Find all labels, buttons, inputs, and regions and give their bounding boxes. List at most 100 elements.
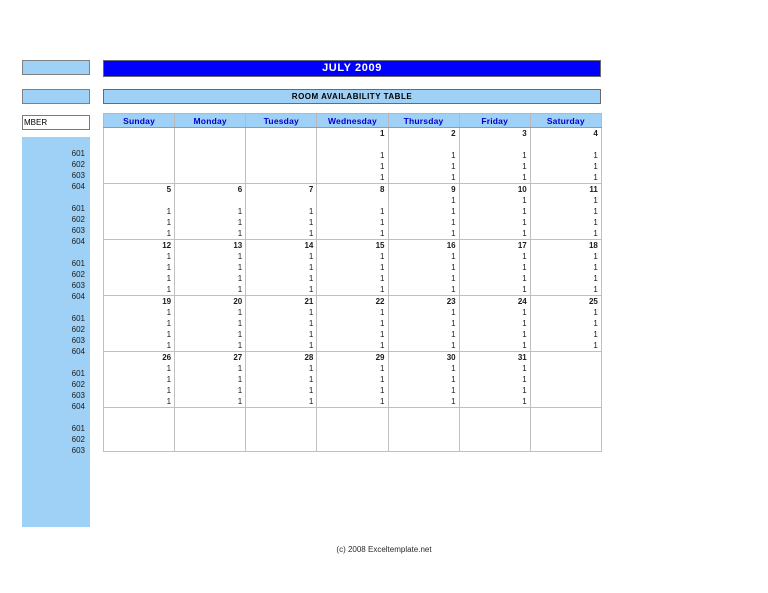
- availability-cell-available[interactable]: 1: [530, 273, 601, 284]
- availability-cell-blank[interactable]: [388, 430, 459, 441]
- availability-cell-available[interactable]: 1: [175, 374, 246, 385]
- availability-cell-available[interactable]: 1: [459, 262, 530, 273]
- availability-cell-available[interactable]: 1: [388, 273, 459, 284]
- availability-cell-available[interactable]: 1: [459, 217, 530, 228]
- availability-cell-available[interactable]: 1: [246, 374, 317, 385]
- availability-cell-available[interactable]: 1: [246, 217, 317, 228]
- availability-cell-available[interactable]: 1: [388, 329, 459, 340]
- availability-cell-available[interactable]: 1: [317, 228, 388, 240]
- availability-cell-available[interactable]: 1: [530, 284, 601, 296]
- availability-cell-available[interactable]: 1: [459, 307, 530, 318]
- availability-cell-available[interactable]: 1: [459, 206, 530, 217]
- availability-cell-available[interactable]: 1: [175, 363, 246, 374]
- availability-cell-available[interactable]: 1: [104, 363, 175, 374]
- availability-cell-available[interactable]: 1: [317, 363, 388, 374]
- availability-cell-blank[interactable]: [175, 150, 246, 161]
- availability-cell-blank[interactable]: [246, 139, 317, 150]
- availability-cell-available[interactable]: 1: [388, 363, 459, 374]
- availability-cell-occupied[interactable]: [246, 195, 317, 206]
- availability-cell-available[interactable]: 1: [246, 284, 317, 296]
- availability-cell-available[interactable]: 1: [317, 307, 388, 318]
- availability-cell-blank[interactable]: [104, 172, 175, 184]
- availability-cell-available[interactable]: 1: [530, 251, 601, 262]
- availability-cell-available[interactable]: 1: [104, 307, 175, 318]
- availability-cell-blank[interactable]: [104, 139, 175, 150]
- availability-cell-available[interactable]: 1: [175, 340, 246, 352]
- availability-cell-available[interactable]: 1: [104, 206, 175, 217]
- availability-cell-available[interactable]: 1: [317, 329, 388, 340]
- availability-cell-available[interactable]: 1: [388, 150, 459, 161]
- availability-cell-available[interactable]: 1: [388, 385, 459, 396]
- availability-cell-occupied[interactable]: [459, 139, 530, 150]
- availability-cell-available[interactable]: 1: [459, 318, 530, 329]
- availability-cell-available[interactable]: 1: [175, 385, 246, 396]
- availability-cell-available[interactable]: 1: [388, 172, 459, 184]
- availability-cell-available[interactable]: 1: [104, 251, 175, 262]
- availability-cell-available[interactable]: 1: [246, 396, 317, 408]
- availability-cell-available[interactable]: 1: [388, 340, 459, 352]
- availability-cell-available[interactable]: 1: [459, 363, 530, 374]
- availability-cell-available[interactable]: 1: [246, 340, 317, 352]
- availability-cell-blank[interactable]: [175, 419, 246, 430]
- availability-cell-available[interactable]: 1: [388, 396, 459, 408]
- availability-cell-available[interactable]: 1: [459, 172, 530, 184]
- availability-cell-available[interactable]: 1: [104, 396, 175, 408]
- availability-cell-available[interactable]: 1: [459, 273, 530, 284]
- availability-cell-blank[interactable]: [530, 396, 601, 408]
- availability-cell-blank[interactable]: [246, 419, 317, 430]
- availability-cell-blank[interactable]: [104, 419, 175, 430]
- availability-cell-blank[interactable]: [459, 441, 530, 452]
- availability-cell-available[interactable]: 1: [317, 161, 388, 172]
- availability-cell-available[interactable]: 1: [388, 318, 459, 329]
- availability-cell-available[interactable]: 1: [459, 251, 530, 262]
- availability-cell-blank[interactable]: [388, 419, 459, 430]
- availability-cell-blank[interactable]: [175, 441, 246, 452]
- availability-cell-blank[interactable]: [459, 430, 530, 441]
- availability-cell-available[interactable]: 1: [317, 340, 388, 352]
- availability-cell-available[interactable]: 1: [104, 217, 175, 228]
- availability-cell-available[interactable]: 1: [317, 217, 388, 228]
- availability-cell-blank[interactable]: [530, 385, 601, 396]
- availability-cell-available[interactable]: 1: [459, 396, 530, 408]
- availability-cell-available[interactable]: 1: [104, 273, 175, 284]
- availability-cell-occupied[interactable]: [317, 195, 388, 206]
- availability-cell-available[interactable]: 1: [175, 396, 246, 408]
- availability-cell-available[interactable]: 1: [459, 284, 530, 296]
- availability-cell-available[interactable]: 1: [459, 340, 530, 352]
- availability-cell-blank[interactable]: [175, 430, 246, 441]
- availability-cell-available[interactable]: 1: [530, 217, 601, 228]
- availability-cell-available[interactable]: 1: [104, 318, 175, 329]
- availability-cell-available[interactable]: 1: [104, 329, 175, 340]
- availability-cell-available[interactable]: 1: [317, 273, 388, 284]
- availability-cell-available[interactable]: 1: [104, 340, 175, 352]
- availability-cell-available[interactable]: 1: [530, 195, 601, 206]
- availability-cell-available[interactable]: 1: [175, 262, 246, 273]
- availability-cell-available[interactable]: 1: [388, 284, 459, 296]
- availability-cell-available[interactable]: 1: [175, 307, 246, 318]
- availability-cell-blank[interactable]: [104, 441, 175, 452]
- availability-cell-available[interactable]: 1: [246, 262, 317, 273]
- availability-cell-available[interactable]: 1: [246, 385, 317, 396]
- availability-cell-available[interactable]: 1: [175, 329, 246, 340]
- availability-cell-available[interactable]: 1: [317, 206, 388, 217]
- availability-cell-blank[interactable]: [104, 161, 175, 172]
- availability-cell-available[interactable]: 1: [530, 172, 601, 184]
- availability-cell-blank[interactable]: [530, 441, 601, 452]
- availability-cell-blank[interactable]: [388, 441, 459, 452]
- availability-cell-available[interactable]: 1: [246, 273, 317, 284]
- availability-cell-available[interactable]: 1: [175, 251, 246, 262]
- availability-cell-available[interactable]: 1: [246, 307, 317, 318]
- availability-cell-available[interactable]: 1: [459, 228, 530, 240]
- availability-cell-available[interactable]: 1: [317, 385, 388, 396]
- availability-cell-blank[interactable]: [104, 430, 175, 441]
- availability-cell-available[interactable]: 1: [459, 161, 530, 172]
- availability-cell-blank[interactable]: [175, 172, 246, 184]
- availability-cell-available[interactable]: 1: [530, 161, 601, 172]
- availability-cell-available[interactable]: 1: [175, 217, 246, 228]
- availability-cell-blank[interactable]: [246, 430, 317, 441]
- availability-cell-blank[interactable]: [459, 419, 530, 430]
- availability-cell-occupied[interactable]: [530, 139, 601, 150]
- availability-cell-available[interactable]: 1: [317, 396, 388, 408]
- availability-cell-available[interactable]: 1: [104, 262, 175, 273]
- availability-cell-available[interactable]: 1: [530, 262, 601, 273]
